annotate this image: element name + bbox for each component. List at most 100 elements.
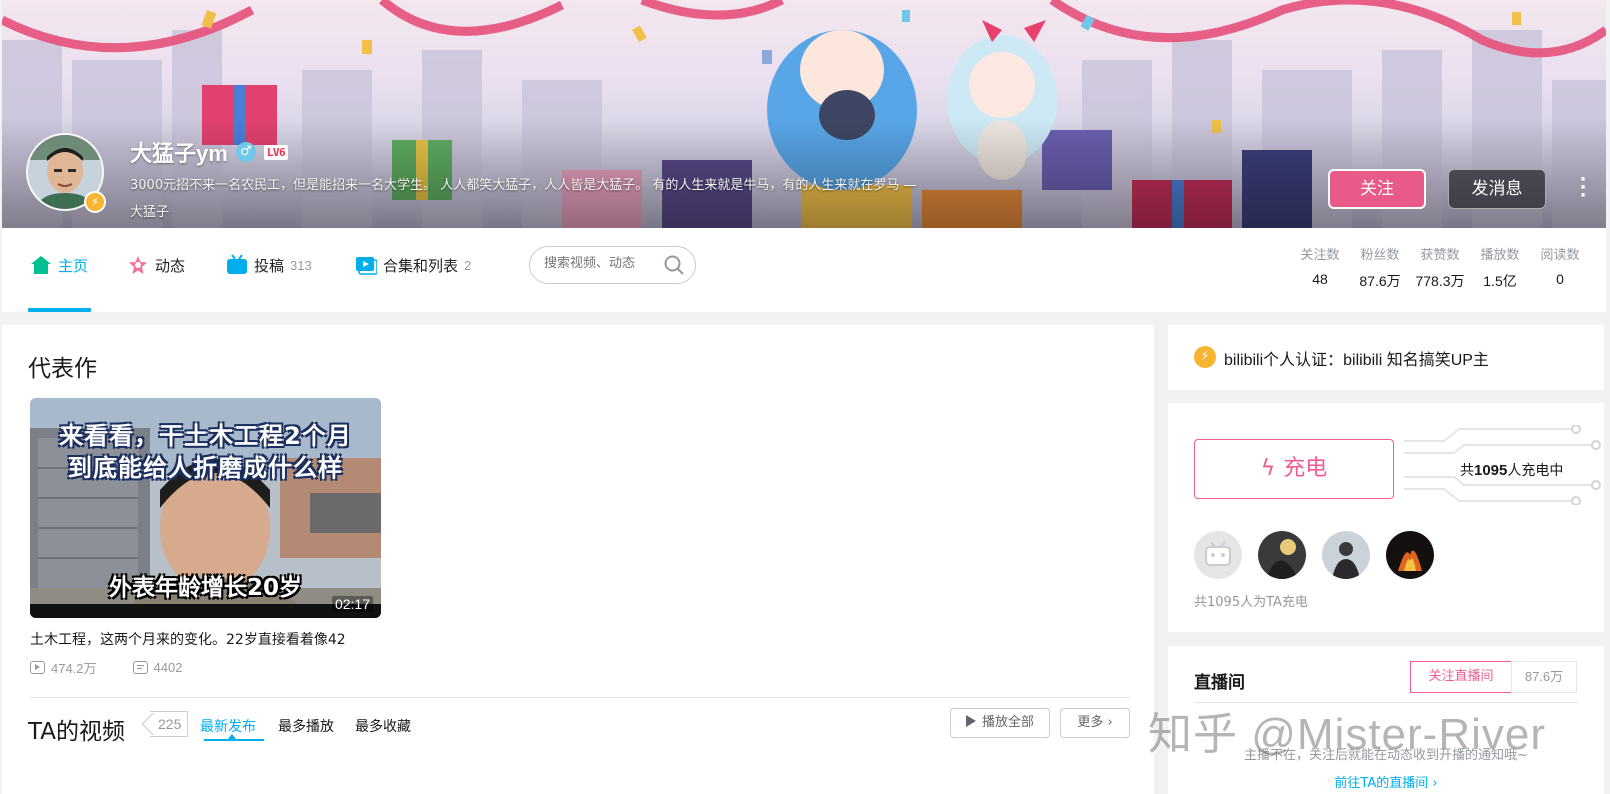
stat-plays: 播放数 1.5亿 [1470, 244, 1530, 291]
ta-videos-count: 225 [150, 711, 189, 737]
tab-uploads-count: 313 [290, 257, 312, 273]
supporter-avatars [1194, 531, 1434, 579]
live-room-title: 直播间 [1194, 673, 1245, 693]
ta-videos-count-value: 225 [158, 716, 182, 732]
dynamic-icon [129, 256, 147, 274]
chevron-right-icon: › [1107, 715, 1113, 730]
username: 大猛子ym [130, 141, 228, 166]
certification-bolt-icon: ⚡ [1194, 346, 1216, 368]
male-gender-icon: ♂ [235, 142, 256, 162]
charge-total-prefix: 共 [1460, 463, 1474, 479]
play-count-value: 474.2万 [51, 661, 97, 676]
profile-banner: ⚡ 大猛子ym ♂ LV6 3000元招不来一名农民工，但是能招来一名大学生。 … [2, 0, 1606, 228]
collections-icon [356, 257, 377, 275]
user-avatar[interactable]: ⚡ [26, 133, 106, 213]
stat-value: 0 [1556, 271, 1564, 287]
follow-live-room-button[interactable]: 关注直播间 [1410, 661, 1512, 693]
tab-home[interactable]: 主页 [30, 254, 88, 276]
sort-most-favorited-tab[interactable]: 最多收藏 [355, 716, 411, 736]
danmaku-count-value: 4402 [153, 660, 183, 675]
user-stats: 关注数 48 粉丝数 87.6万 获赞数 778.3万 播放数 1.5亿 阅读数… [1290, 244, 1590, 291]
lightning-icon: ϟ [1260, 456, 1276, 481]
stat-label: 关注数 [1300, 248, 1340, 263]
stat-value: 778.3万 [1415, 273, 1465, 289]
supporter-avatar[interactable] [1194, 531, 1242, 579]
stat-label: 获赞数 [1420, 248, 1460, 263]
stat-value: 1.5亿 [1483, 273, 1517, 289]
signature-line-2: 大猛子 [130, 205, 170, 220]
tab-dynamic[interactable]: 动态 [127, 254, 185, 276]
play-all-label: 播放全部 [981, 715, 1034, 730]
tab-uploads[interactable]: 投稿 313 [226, 254, 312, 276]
more-options-icon[interactable]: · · · [1578, 171, 1588, 205]
supporter-avatar[interactable] [1322, 531, 1370, 579]
play-all-button[interactable]: 播放全部 [950, 708, 1050, 738]
video-meta: 474.2万 4402 [30, 658, 381, 677]
tab-collections-count: 2 [464, 257, 472, 273]
sort-most-played-tab[interactable]: 最多播放 [278, 716, 334, 736]
danmaku-icon [132, 661, 148, 674]
ta-videos-title: TA的视频 [28, 719, 125, 745]
video-duration: 02:17 [331, 596, 373, 612]
stat-reads: 阅读数 0 [1530, 244, 1590, 291]
section-divider [30, 697, 1130, 698]
play-icon [965, 715, 976, 727]
search-icon[interactable] [663, 254, 685, 276]
masterpiece-video-card[interactable]: 来看看，干土木工程2个月 到底能给人折磨成什么样 外表年龄增长20岁 02:17… [30, 398, 381, 677]
send-message-button[interactable]: 发消息 [1448, 169, 1546, 209]
video-thumbnail[interactable]: 来看看，干土木工程2个月 到底能给人折磨成什么样 外表年龄增长20岁 02:17 [30, 398, 381, 618]
play-count: 474.2万 [30, 658, 97, 677]
supporter-avatar[interactable] [1258, 531, 1306, 579]
charge-total-count: 1095 [1474, 462, 1508, 479]
charge-button[interactable]: ϟ 充电 [1194, 439, 1394, 499]
more-videos-button[interactable]: 更多 › [1060, 708, 1130, 738]
tab-uploads-label: 投稿 [254, 256, 285, 275]
goto-live-room-label: 前往TA的直播间 [1334, 776, 1429, 791]
charge-card: ϟ 充电 共1095人充电中 共1095人为TA充电 [1168, 403, 1604, 632]
danmaku-count: 4402 [132, 658, 183, 677]
sort-caret-icon [228, 734, 236, 739]
tab-collections-label: 合集和列表 [383, 256, 459, 275]
more-label: 更多 [1077, 715, 1104, 730]
stat-label: 粉丝数 [1360, 248, 1400, 263]
goto-live-room-link[interactable]: 前往TA的直播间 › [1194, 772, 1578, 791]
video-title[interactable]: 土木工程，这两个月来的变化。22岁直接看着像42 [30, 629, 381, 649]
chevron-right-icon: › [1432, 776, 1438, 791]
thumbnail-caption-line-1: 来看看，干土木工程2个月 [59, 422, 352, 450]
space-search-input[interactable] [544, 256, 662, 271]
charge-total: 共1095人充电中 [1460, 460, 1563, 480]
active-tab-indicator [28, 308, 91, 312]
certification-text: bilibili个人认证：bilibili 知名搞笑UP主 [1224, 352, 1489, 369]
stat-label: 阅读数 [1540, 248, 1580, 263]
supporter-avatar[interactable] [1386, 531, 1434, 579]
follow-button[interactable]: 关注 [1328, 169, 1426, 209]
tab-collections[interactable]: 合集和列表 2 [355, 254, 471, 276]
profile-nav-bar: 主页 动态 投稿 313 合集和列表 2 关注数 48 粉丝数 87.6万 获赞… [2, 228, 1606, 312]
user-signature: 3000元招不来一名农民工，但是能招来一名大学生。 人人都笑大猛子，人人皆是大猛… [130, 176, 1030, 223]
sort-latest-tab[interactable]: 最新发布 [200, 716, 256, 736]
charge-total-suffix: 人充电中 [1507, 463, 1564, 479]
sort-active-underline [204, 739, 264, 741]
verified-bolt-icon: ⚡ [84, 191, 106, 213]
signature-line-1: 3000元招不来一名农民工，但是能招来一名大学生。 人人都笑大猛子，人人皆是大猛… [130, 178, 917, 193]
stat-likes: 获赞数 778.3万 [1410, 244, 1470, 291]
stat-value: 48 [1312, 271, 1328, 287]
charge-footer-text: 共1095人为TA充电 [1194, 595, 1308, 610]
username-row: 大猛子ym ♂ LV6 [130, 136, 289, 168]
tab-dynamic-label: 动态 [155, 256, 186, 275]
masterpiece-section-title: 代表作 [28, 356, 97, 382]
space-search-box[interactable] [529, 246, 696, 284]
charge-button-label: 充电 [1283, 456, 1328, 481]
stat-followers[interactable]: 粉丝数 87.6万 [1350, 244, 1410, 291]
home-icon [31, 256, 51, 274]
certification-card: ⚡ bilibili个人认证：bilibili 知名搞笑UP主 [1168, 325, 1604, 390]
zhihu-watermark: 知乎 @Mister-River [1148, 710, 1546, 759]
main-content: 代表作 来看看，干土木工程2个月 到底能给人折磨成什么样 外表年龄增长20岁 0… [2, 325, 1154, 794]
thumbnail-caption-line-2: 到底能给人折磨成什么样 [68, 454, 343, 482]
live-fans-count: 87.6万 [1511, 661, 1577, 693]
thumbnail-caption-line-3: 外表年龄增长20岁 [108, 575, 302, 601]
stat-following[interactable]: 关注数 48 [1290, 244, 1350, 291]
play-count-icon [30, 661, 45, 674]
stat-label: 播放数 [1480, 248, 1520, 263]
tab-home-label: 主页 [58, 256, 89, 275]
